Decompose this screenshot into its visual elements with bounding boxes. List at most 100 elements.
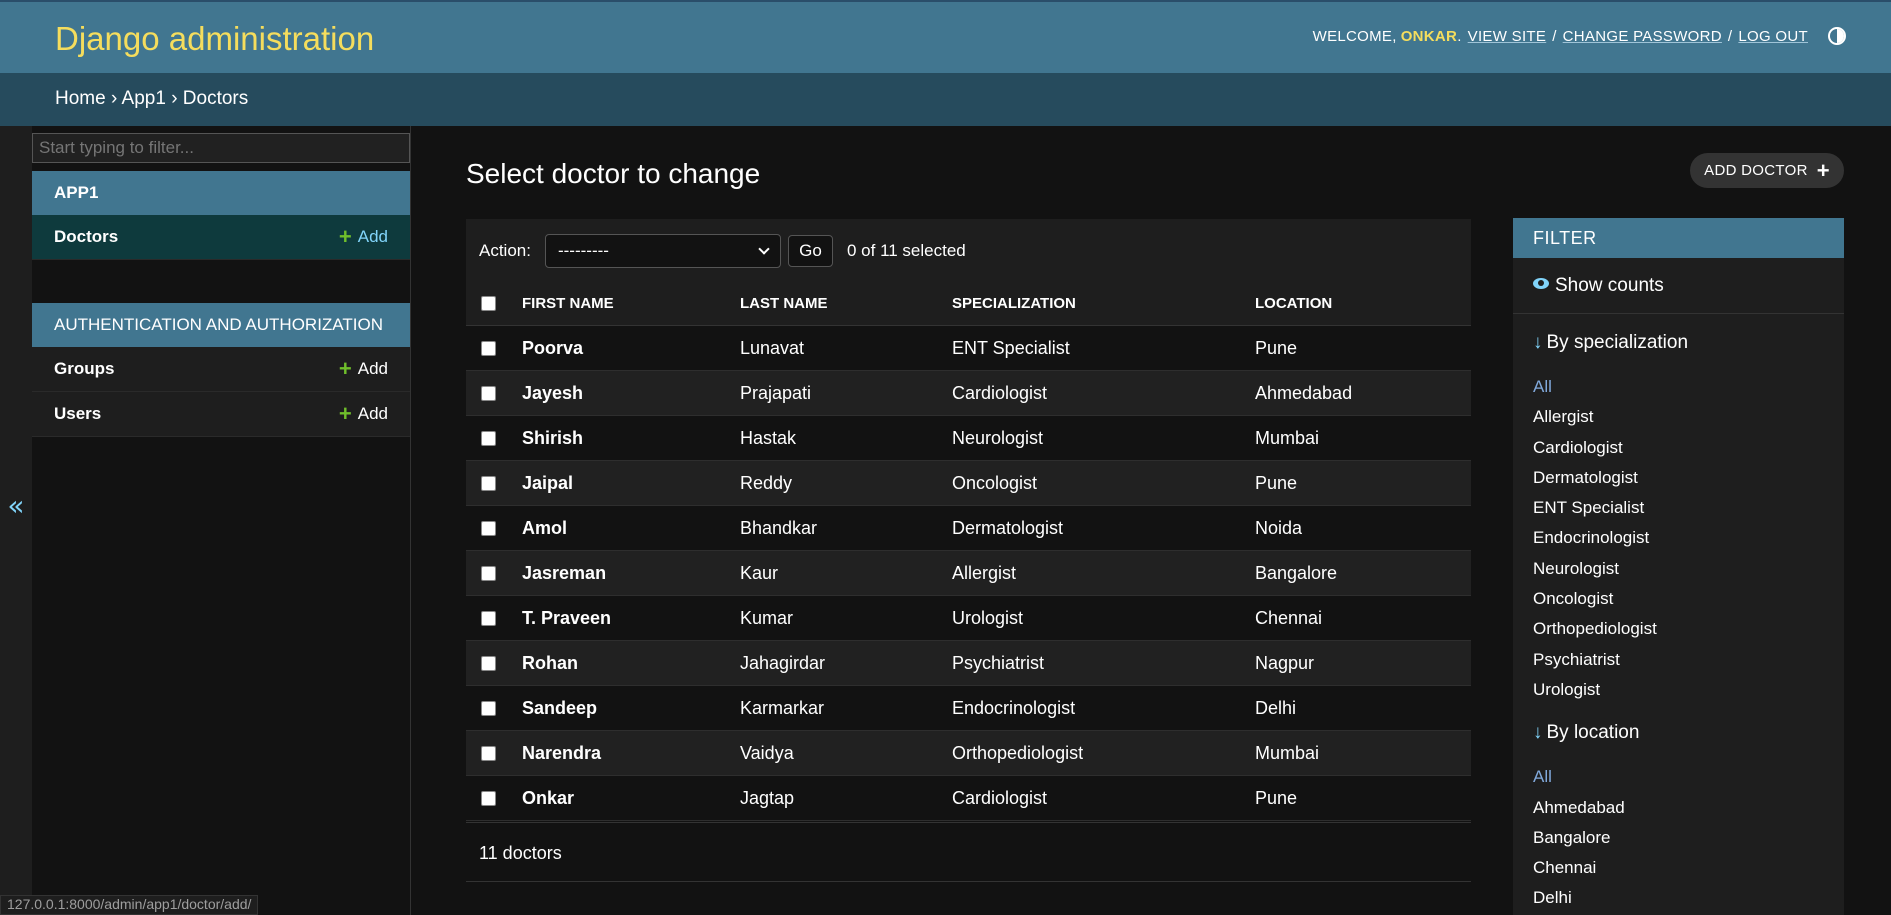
change-password-link[interactable]: CHANGE PASSWORD [1563,28,1722,45]
add-user-link[interactable]: + Add [339,403,388,425]
theme-toggle-icon[interactable] [1828,27,1846,45]
cell-first-name[interactable]: Jaipal [522,473,740,494]
sidebar-filter-input[interactable] [32,133,410,163]
filter-option[interactable]: All [1533,762,1824,792]
table-row: Onkar Jagtap Cardiologist Pune [466,776,1471,821]
filter-option[interactable]: Psychiatrist [1533,645,1824,675]
add-doctor-button[interactable]: ADD DOCTOR + [1690,153,1844,188]
cell-first-name[interactable]: Amol [522,518,740,539]
filter-option[interactable]: Dermatologist [1533,463,1824,493]
cell-location: Pune [1255,337,1298,358]
cell-specialization: Endocrinologist [952,697,1076,718]
column-header-first-name[interactable]: FIRST NAME [522,295,740,312]
arrow-down-icon[interactable]: ↓ [1533,722,1543,743]
filter-title: FILTER [1513,218,1844,258]
cell-specialization: Neurologist [952,427,1044,448]
filter-option[interactable]: Cardiologist [1533,433,1824,463]
cell-first-name[interactable]: Jayesh [522,383,740,404]
cell-first-name[interactable]: Narendra [522,743,740,764]
row-checkbox[interactable] [481,745,496,761]
cell-first-name[interactable]: Poorva [522,338,740,359]
cell-first-name[interactable]: Shirish [522,428,740,449]
action-label: Action: [479,240,531,260]
column-header-specialization[interactable]: SPECIALIZATION [952,295,1255,312]
row-checkbox[interactable] [481,610,496,626]
cell-location: Nagpur [1255,652,1315,673]
filter-option[interactable]: Endocrinologist [1533,523,1824,553]
filter-option[interactable]: Allergist [1533,402,1824,432]
breadcrumb-app[interactable]: App1 [122,88,166,109]
table-row: Jayesh Prajapati Cardiologist Ahmedabad [466,371,1471,416]
username: ONKAR [1400,27,1458,45]
row-checkbox[interactable] [481,700,496,716]
sidebar-item-groups[interactable]: Groups + Add [32,347,410,392]
filter-option[interactable]: Orthopediologist [1533,614,1824,644]
module-auth: AUTHENTICATION AND AUTHORIZATION Groups … [32,303,410,437]
column-header-last-name[interactable]: LAST NAME [740,295,952,312]
cell-last-name: Prajapati [740,382,812,403]
action-select[interactable]: --------- [544,233,781,268]
filter-option[interactable]: All [1533,372,1824,402]
sidebar-item-label[interactable]: Groups [54,359,114,379]
table-row: Jaipal Reddy Oncologist Pune [466,461,1471,506]
module-caption-app1[interactable]: APP1 [32,171,410,215]
sidebar-item-label[interactable]: Users [54,404,101,424]
row-checkbox[interactable] [481,520,496,536]
filter-option[interactable]: Ahmedabad [1533,793,1824,823]
table-header: FIRST NAME LAST NAME SPECIALIZATION LOCA… [466,282,1471,326]
row-checkbox[interactable] [481,430,496,446]
show-counts-link[interactable]: Show counts [1513,258,1844,314]
filter-option[interactable]: ENT Specialist [1533,493,1824,523]
arrow-down-icon[interactable]: ↓ [1533,332,1543,353]
sidebar-item-label[interactable]: Doctors [54,227,118,247]
cell-location: Pune [1255,787,1298,808]
cell-last-name: Kaur [740,562,779,583]
cell-last-name: Lunavat [740,337,805,358]
log-out-link[interactable]: LOG OUT [1738,28,1808,45]
collapse-sidebar-icon[interactable]: « [0,126,32,915]
filter-panel: FILTER Show counts ↓ By specialization Al… [1513,218,1844,915]
welcome-text: WELCOME, [1312,27,1397,45]
filter-option[interactable]: Oncologist [1533,584,1824,614]
row-checkbox[interactable] [481,385,496,401]
cell-first-name[interactable]: T. Praveen [522,608,740,629]
cell-first-name[interactable]: Jasreman [522,563,740,584]
filter-list-location: All Ahmedabad Bangalore Chennai Delhi [1513,762,1844,913]
sidebar-item-doctors[interactable]: Doctors + Add [32,215,410,260]
add-doctor-link[interactable]: + Add [339,226,388,248]
cell-location: Pune [1255,472,1298,493]
filter-option[interactable]: Chennai [1533,853,1824,883]
filter-option[interactable]: Urologist [1533,675,1824,705]
site-name[interactable]: Django administration [55,20,374,58]
breadcrumb-home[interactable]: Home [55,88,106,109]
table-row: T. Praveen Kumar Urologist Chennai [466,596,1471,641]
cell-first-name[interactable]: Sandeep [522,698,740,719]
go-button[interactable]: Go [787,234,833,267]
page-title: Select doctor to change [466,158,761,189]
row-checkbox[interactable] [481,565,496,581]
row-checkbox[interactable] [481,790,496,806]
cell-first-name[interactable]: Rohan [522,653,740,674]
cell-first-name[interactable]: Onkar [522,788,740,809]
filter-option[interactable]: Delhi [1533,883,1824,913]
chevron-down-icon [758,242,770,255]
view-site-link[interactable]: VIEW SITE [1468,28,1547,45]
row-checkbox[interactable] [481,655,496,671]
filter-option[interactable]: Bangalore [1533,823,1824,853]
filter-list-specialization: All Allergist Cardiologist Dermatologist ENT… [1513,372,1844,705]
row-checkbox[interactable] [481,475,496,491]
sidebar-item-users[interactable]: Users + Add [32,392,410,437]
filter-option[interactable]: Neurologist [1533,554,1824,584]
column-header-location[interactable]: LOCATION [1255,295,1455,312]
select-all-checkbox[interactable] [481,296,496,311]
selected-counter: 0 of 11 selected [846,240,966,260]
breadcrumb-current: Doctors [182,88,249,109]
add-group-link[interactable]: + Add [339,358,388,380]
plus-icon: + [338,356,352,381]
plus-icon: + [338,401,352,426]
cell-last-name: Hastak [740,427,797,448]
module-caption-auth[interactable]: AUTHENTICATION AND AUTHORIZATION [32,303,410,347]
paginator: 11 doctors [466,822,1471,882]
row-checkbox[interactable] [481,340,496,356]
breadcrumb: Home › App1 › Doctors [0,73,1891,126]
